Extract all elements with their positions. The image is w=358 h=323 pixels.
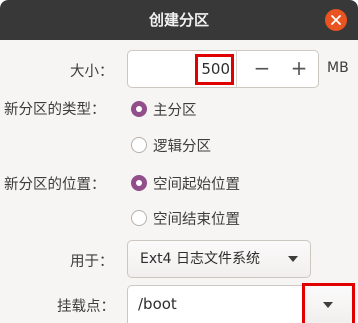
radio-primary[interactable]: [131, 101, 147, 117]
title-bar[interactable]: 创建分区: [0, 0, 358, 40]
filesystem-dropdown[interactable]: Ext4 日志文件系统: [127, 240, 311, 278]
close-button[interactable]: [325, 9, 347, 31]
location-label: 新分区的位置：: [4, 177, 106, 193]
spin-separator: [236, 51, 237, 87]
option-primary-label[interactable]: 主分区: [153, 99, 197, 120]
triangle-down-icon: [288, 256, 298, 262]
radio-end[interactable]: [131, 210, 147, 226]
increment-button[interactable]: +: [281, 51, 317, 87]
mount-point-label: 挂载点：: [57, 299, 115, 315]
use-as-label: 用于：: [70, 254, 114, 270]
mount-point-input[interactable]: /boot: [138, 286, 177, 322]
radio-logical[interactable]: [131, 137, 147, 153]
close-icon: [331, 15, 341, 25]
size-value-highlight: [195, 54, 234, 85]
radio-start[interactable]: [131, 175, 147, 191]
mount-dropdown-highlight: [302, 283, 355, 323]
size-unit: MB: [327, 60, 349, 76]
create-partition-dialog: 创建分区 大小： 500 − + MB 新分区的类型： 主分区 逻辑分区 新分区…: [0, 0, 358, 323]
partition-type-label: 新分区的类型：: [4, 102, 106, 118]
dialog-title: 创建分区: [148, 11, 209, 29]
filesystem-selected: Ext4 日志文件系统: [140, 251, 260, 267]
option-start-label[interactable]: 空间起始位置: [153, 173, 240, 194]
decrement-button[interactable]: −: [244, 51, 280, 87]
option-logical-label[interactable]: 逻辑分区: [153, 135, 211, 156]
size-label: 大小：: [70, 64, 114, 80]
option-end-label[interactable]: 空间结束位置: [153, 208, 240, 229]
